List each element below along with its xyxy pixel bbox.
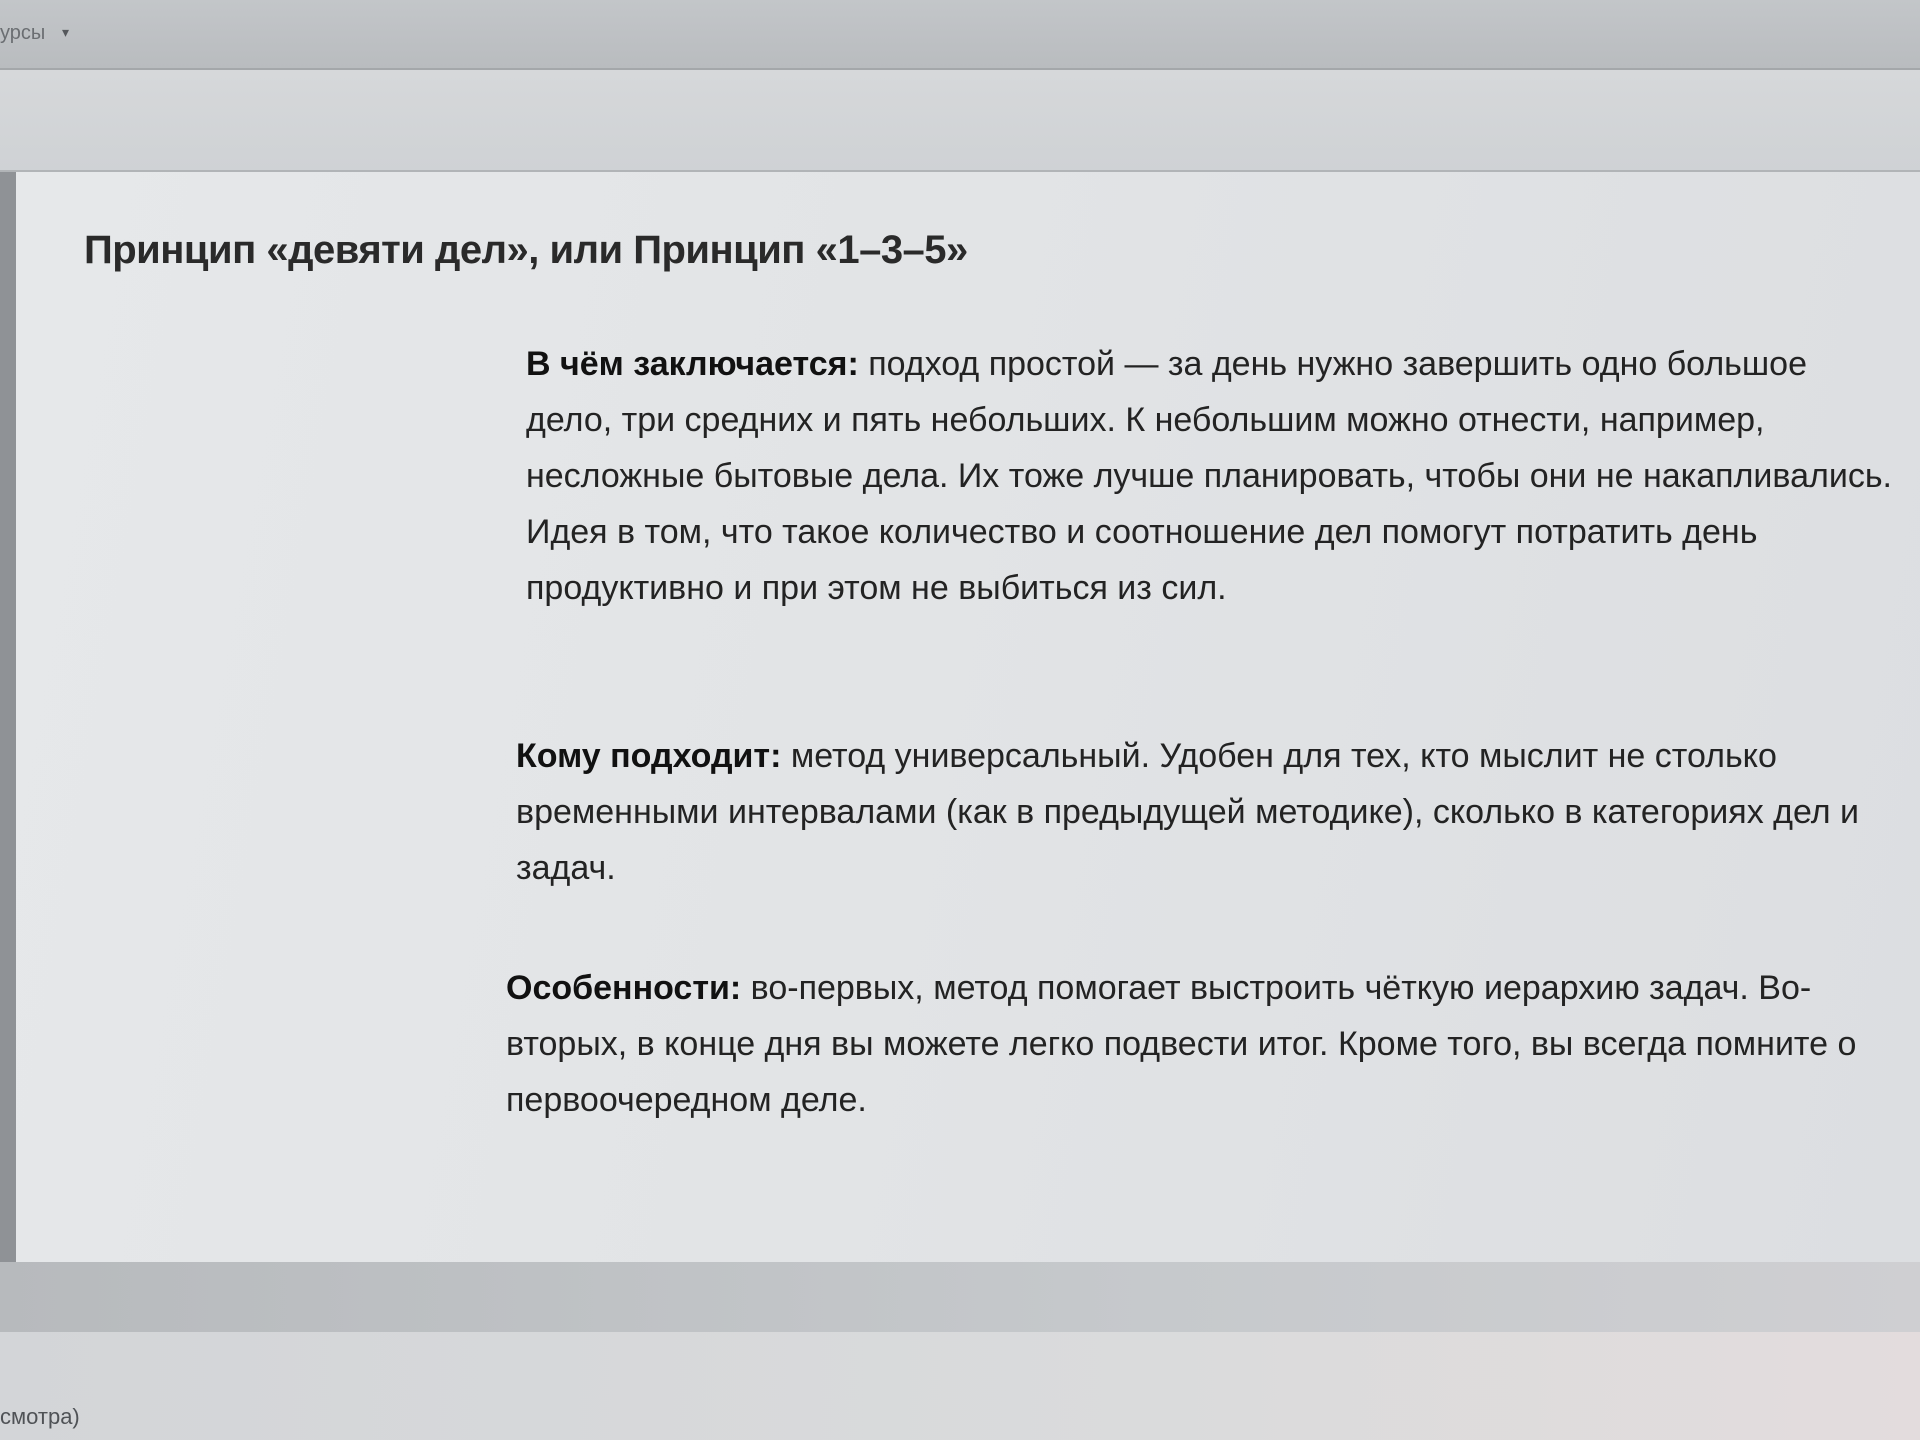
section-paragraph: Особенности: во-первых, метод помогает в… bbox=[506, 960, 1886, 1128]
section-features: Особенности: во-первых, метод помогает в… bbox=[506, 960, 1886, 1128]
section-label: Кому подходит: bbox=[516, 737, 782, 775]
section-paragraph: Кому подходит: метод универсальный. Удоб… bbox=[516, 728, 1886, 896]
toolbar-strip bbox=[0, 70, 1920, 172]
chevron-down-icon[interactable]: ▾ bbox=[62, 24, 69, 41]
browser-top-bar: урсы ▾ bbox=[0, 0, 1920, 70]
section-label: В чём заключается: bbox=[526, 345, 859, 383]
left-edge-divider bbox=[0, 172, 16, 1272]
bottom-band bbox=[0, 1262, 1920, 1332]
section-text: подход простой — за день нужно завершить… bbox=[526, 345, 1892, 607]
section-label: Особенности: bbox=[506, 969, 742, 1007]
page-title: Принцип «девяти дел», или Принцип «1–3–5… bbox=[84, 228, 968, 272]
section-who-fits: Кому подходит: метод универсальный. Удоб… bbox=[516, 728, 1886, 896]
section-paragraph: В чём заключается: подход простой — за д… bbox=[526, 336, 1896, 616]
status-bar: смотра) bbox=[0, 1332, 1920, 1440]
status-text: смотра) bbox=[0, 1404, 80, 1429]
article-content: Принцип «девяти дел», или Принцип «1–3–5… bbox=[16, 172, 1920, 1262]
section-what-it-is: В чём заключается: подход простой — за д… bbox=[526, 336, 1896, 616]
browser-tab-label[interactable]: урсы bbox=[0, 22, 45, 45]
